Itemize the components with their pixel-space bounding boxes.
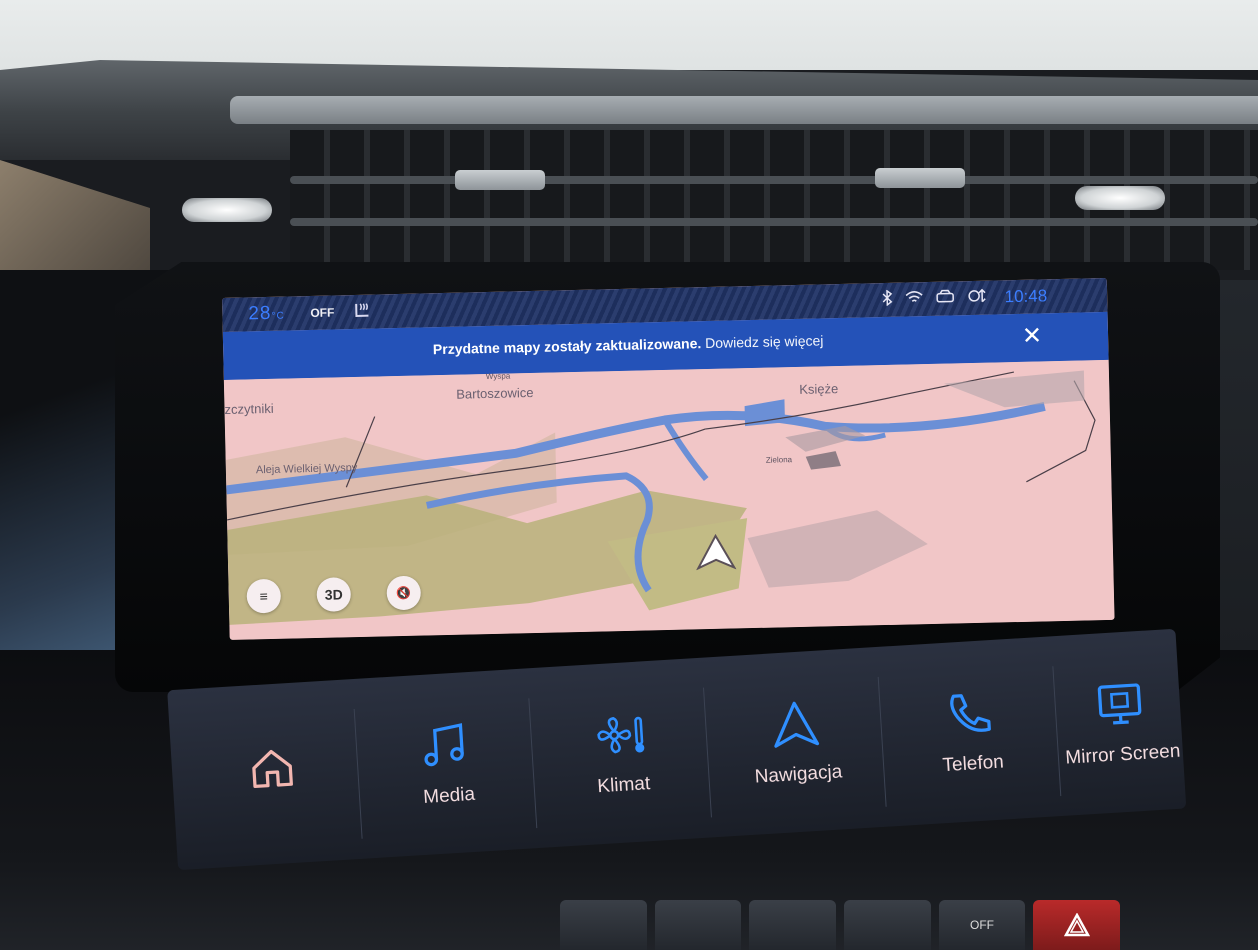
mirror-screen-label: Mirror Screen (1064, 740, 1181, 769)
learn-more-link[interactable]: Dowiedz się więcej (705, 332, 824, 351)
temperature-readout[interactable]: 28°C (248, 303, 285, 326)
seat-heat-icon[interactable] (352, 301, 372, 321)
notification-text: Przydatne mapy zostały zaktualizowane. (432, 335, 702, 358)
climate-off-button[interactable]: OFF (938, 900, 1026, 950)
climate-button[interactable]: Klimat (537, 668, 706, 837)
status-icons (881, 288, 989, 307)
temperature-unit: °C (271, 310, 285, 322)
dashboard-trim (230, 96, 1258, 124)
recirculation-button[interactable] (749, 900, 837, 950)
vent-adjuster[interactable] (875, 168, 965, 188)
hw-button[interactable] (560, 900, 647, 950)
media-label: Media (422, 783, 476, 808)
clock: 10:48 (1004, 286, 1048, 307)
hazard-button[interactable] (1033, 900, 1121, 950)
climate-state[interactable]: OFF (310, 305, 334, 320)
hardware-buttons: OFF (560, 900, 1121, 950)
rear-defrost-button[interactable] (654, 900, 742, 950)
vent-adjuster[interactable] (455, 170, 545, 190)
map-place-label: Bartoszowice (456, 384, 534, 402)
vent-slat (290, 176, 1258, 184)
close-icon[interactable]: ✕ (1022, 321, 1043, 350)
navigation-button[interactable]: Nawigacja (712, 657, 881, 826)
front-defrost-button[interactable] (844, 900, 931, 950)
vent-slat (290, 218, 1258, 226)
music-note-icon (424, 723, 464, 767)
wifi-icon (905, 291, 923, 302)
navigation-arrow-icon (774, 701, 820, 748)
map-place-label: Księże (799, 381, 839, 397)
left-dash-panel (0, 160, 150, 280)
map-street-label: Aleja Wielkiej Wyspy (255, 461, 358, 477)
car-sync-icon (968, 288, 986, 303)
phone-label: Telefon (941, 751, 1005, 777)
infotainment-screen: 28°C OFF 10:48 Przydatne mapy zostały za… (222, 277, 1115, 640)
navigation-label: Nawigacja (754, 761, 843, 788)
position-arrow-icon (695, 533, 737, 571)
mirror-screen-icon (1097, 683, 1142, 725)
map-place-label: Wyspa (485, 371, 511, 382)
phone-icon (950, 694, 991, 732)
navigation-map[interactable]: zczytniki Bartoszowice Księże Aleja Wiel… (223, 359, 1115, 640)
fan-thermometer-icon (597, 716, 645, 754)
hazard-icon (1063, 913, 1090, 937)
ambient-light (182, 198, 272, 222)
home-icon (252, 749, 293, 789)
ambient-light (1075, 186, 1165, 210)
media-button[interactable]: Media (362, 679, 531, 848)
climate-label: Klimat (596, 773, 651, 798)
windshield (0, 0, 1258, 70)
bluetooth-icon (882, 289, 893, 307)
home-button[interactable] (188, 689, 357, 858)
4g-car-icon (936, 289, 954, 303)
mirror-screen-button[interactable]: Mirror Screen (1026, 637, 1215, 808)
notification-message: Przydatne mapy zostały zaktualizowane. D… (223, 328, 1033, 362)
temperature-value: 28 (248, 302, 272, 325)
map-canvas (223, 359, 1115, 640)
map-place-label: zczytniki (224, 400, 274, 417)
map-place-label: Zielona (765, 455, 793, 465)
